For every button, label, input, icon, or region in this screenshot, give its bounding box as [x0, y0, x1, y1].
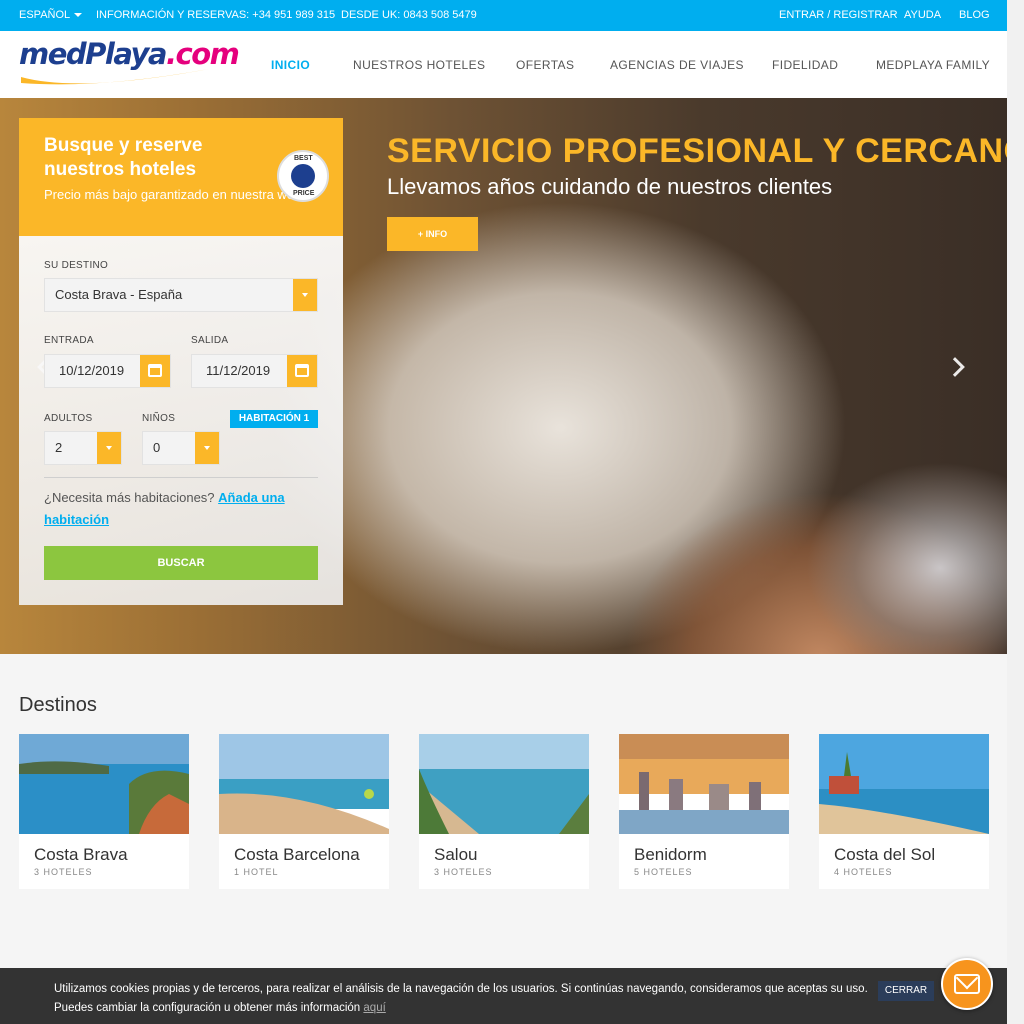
destination-image	[19, 734, 189, 834]
hero-title: SERVICIO PROFESIONAL Y CERCANO	[387, 132, 1007, 170]
checkin-date-input[interactable]: 10/12/2019	[44, 354, 171, 388]
destination-card-costa-del-sol[interactable]: Costa del Sol 4 HOTELES	[819, 734, 989, 889]
top-bar: ESPAÑOL INFORMACIÓN Y RESERVAS: +34 951 …	[0, 0, 1007, 31]
nav-fidelidad[interactable]: FIDELIDAD	[772, 58, 838, 72]
checkout-date-input[interactable]: 11/12/2019	[191, 354, 318, 388]
blog-link[interactable]: BLOG	[959, 9, 990, 21]
chevron-down-icon	[302, 293, 308, 297]
cookie-info-link[interactable]: aquí	[363, 1002, 385, 1014]
destination-card-costa-barcelona[interactable]: Costa Barcelona 1 HOTEL	[219, 734, 389, 889]
best-price-badge-icon: BEST PRICE	[277, 150, 329, 202]
adults-dropdown-button[interactable]	[97, 432, 121, 464]
destination-count: 5 HOTELES	[634, 867, 693, 877]
destination-name: Costa Brava	[34, 845, 128, 864]
destination-image	[619, 734, 789, 834]
hero-subtitle: Llevamos años cuidando de nuestros clien…	[387, 174, 833, 199]
cookie-text: Utilizamos cookies propias y de terceros…	[54, 983, 868, 1014]
chat-button[interactable]	[941, 958, 993, 1010]
adults-label: ADULTOS	[44, 413, 93, 424]
room-badge: HABITACIÓN 1	[230, 410, 318, 428]
nav-agencias-de-viajes[interactable]: AGENCIAS DE VIAJES	[610, 58, 744, 72]
checkin-label: ENTRADA	[44, 335, 94, 346]
cookie-banner: Utilizamos cookies propias y de terceros…	[0, 968, 1007, 1024]
nav-medplaya-family[interactable]: MEDPLAYA FAMILY	[876, 58, 990, 72]
destination-dropdown-button[interactable]	[293, 279, 317, 311]
adults-select[interactable]: 2	[44, 431, 122, 465]
thumbs-up-icon	[291, 164, 315, 188]
booking-title: Busque y reserve nuestros hoteles	[44, 135, 203, 180]
chevron-down-icon	[106, 446, 112, 450]
language-selector[interactable]: ESPAÑOL	[19, 9, 83, 21]
checkout-calendar-button[interactable]	[287, 355, 317, 387]
children-select[interactable]: 0	[142, 431, 220, 465]
slider-next-icon[interactable]	[945, 357, 965, 377]
destination-image	[819, 734, 989, 834]
header: medPlaya.com INICIO NUESTROS HOTELES OFE…	[0, 31, 1007, 98]
cookie-close-button[interactable]: CERRAR	[878, 981, 934, 1001]
divider	[44, 477, 318, 478]
destination-card-costa-brava[interactable]: Costa Brava 3 HOTELES	[19, 734, 189, 889]
children-dropdown-button[interactable]	[195, 432, 219, 464]
destination-count: 4 HOTELES	[834, 867, 893, 877]
more-rooms: ¿Necesita más habitaciones? Añada una ha…	[44, 490, 285, 527]
calendar-icon	[148, 364, 162, 377]
uk-phone: DESDE UK: 0843 508 5479	[341, 9, 477, 21]
destination-name: Costa del Sol	[834, 845, 936, 864]
destinations-title: Destinos	[19, 694, 97, 716]
logo-swoosh-icon	[21, 69, 209, 85]
destination-count: 3 HOTELES	[34, 867, 93, 877]
nav-nuestros-hoteles[interactable]: NUESTROS HOTELES	[353, 58, 485, 72]
contact-phone: INFORMACIÓN Y RESERVAS: +34 951 989 315	[96, 9, 336, 21]
destination-label: SU DESTINO	[44, 260, 109, 271]
mail-icon	[954, 974, 980, 994]
hero-info-button[interactable]: + INFO	[387, 217, 478, 251]
login-link[interactable]: ENTRAR / REGISTRAR	[779, 9, 898, 21]
scrollbar[interactable]	[1007, 0, 1024, 1024]
chevron-down-icon	[74, 13, 83, 18]
booking-header: Busque y reserve nuestros hoteles Precio…	[19, 118, 343, 236]
destination-name: Salou	[434, 845, 478, 864]
checkin-calendar-button[interactable]	[140, 355, 170, 387]
destination-count: 3 HOTELES	[434, 867, 493, 877]
medplaya-logo[interactable]: medPlaya.com	[19, 37, 240, 93]
search-button[interactable]: BUSCAR	[44, 546, 318, 580]
chevron-down-icon	[204, 446, 210, 450]
booking-subtitle: Precio más bajo garantizado en nuestra w…	[44, 187, 302, 202]
destination-card-salou[interactable]: Salou 3 HOTELES	[419, 734, 589, 889]
destination-name: Costa Barcelona	[234, 845, 360, 864]
nav-ofertas[interactable]: OFERTAS	[516, 58, 574, 72]
destination-image	[419, 734, 589, 834]
children-label: NIÑOS	[142, 413, 176, 424]
destination-name: Benidorm	[634, 845, 707, 864]
booking-form: Busque y reserve nuestros hoteles Precio…	[19, 118, 343, 605]
calendar-icon	[295, 364, 309, 377]
nav-inicio[interactable]: INICIO	[271, 58, 310, 72]
help-link[interactable]: AYUDA	[904, 9, 941, 21]
destination-count: 1 HOTEL	[234, 867, 279, 877]
checkout-label: SALIDA	[191, 335, 229, 346]
destination-card-benidorm[interactable]: Benidorm 5 HOTELES	[619, 734, 789, 889]
destination-select[interactable]: Costa Brava - España	[44, 278, 318, 312]
destination-image	[219, 734, 389, 834]
